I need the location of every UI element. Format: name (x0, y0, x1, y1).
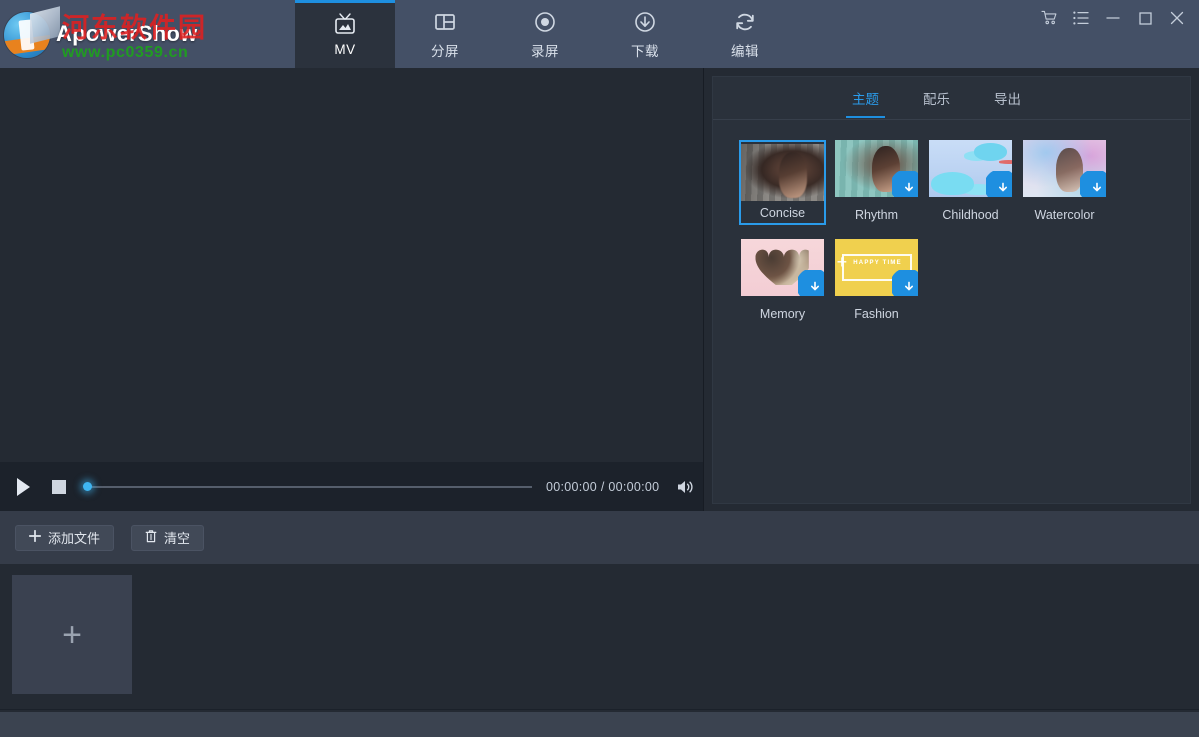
seek-track (84, 485, 532, 488)
theme-name-label: Childhood (942, 208, 999, 222)
timeline-bottom-divider (0, 709, 1199, 710)
menu-list-icon[interactable] (1065, 5, 1097, 31)
panel-tab-music[interactable]: 配乐 (923, 78, 950, 118)
panel-tab-export[interactable]: 导出 (994, 78, 1021, 118)
panel-divider (703, 68, 704, 511)
tab-split-screen[interactable]: 分屏 (395, 0, 495, 68)
add-media-plus-icon: + (62, 615, 82, 654)
split-screen-icon (433, 9, 457, 35)
tab-download-label: 下载 (631, 43, 659, 59)
watermark-chinese-label: 河东软件园 (62, 13, 207, 44)
download-badge-icon[interactable] (798, 270, 824, 296)
theme-name-label: Memory (759, 307, 806, 321)
theme-name-label: Watercolor (1034, 208, 1095, 222)
media-toolbar: 添加文件 清空 (0, 511, 1199, 564)
minimize-icon[interactable] (1097, 5, 1129, 31)
plus-icon (28, 529, 42, 545)
stop-button[interactable] (52, 479, 66, 494)
tab-record-label: 录屏 (531, 43, 559, 59)
theme-thumbnail (741, 239, 824, 296)
theme-thumb-frame (739, 239, 826, 300)
brand-logo-area: ApowerShow 河东软件园 www.pc0359.cn (0, 0, 295, 68)
theme-thumbnail: + HAPPY TIME (835, 239, 918, 296)
panel-tab-bar: 主题 配乐 导出 (713, 77, 1190, 120)
tab-edit[interactable]: 编辑 (695, 0, 795, 68)
maximize-icon[interactable] (1129, 5, 1161, 31)
panel-tab-theme[interactable]: 主题 (846, 78, 885, 118)
theme-item-childhood[interactable]: Childhood (927, 140, 1014, 225)
theme-item-concise[interactable]: Concise (739, 140, 826, 225)
time-display: 00:00:00 / 00:00:00 (546, 479, 660, 494)
trash-icon (145, 529, 157, 546)
title-bar: ApowerShow 河东软件园 www.pc0359.cn MV 分屏 录屏 … (0, 0, 1199, 68)
tab-split-screen-label: 分屏 (431, 43, 459, 59)
play-button[interactable] (12, 476, 34, 498)
volume-icon[interactable] (675, 477, 695, 497)
download-badge-icon[interactable] (892, 171, 918, 197)
application-window: ApowerShow 河东软件园 www.pc0359.cn MV 分屏 录屏 … (0, 0, 1199, 737)
theme-thumbnail (929, 140, 1012, 197)
theme-name-label: Fashion (854, 307, 899, 321)
theme-item-memory[interactable]: Memory (739, 239, 826, 321)
theme-thumbnail (741, 144, 824, 201)
main-tab-bar: MV 分屏 录屏 下载 编辑 (295, 0, 795, 68)
download-badge-icon[interactable] (986, 171, 1012, 197)
theme-thumb-frame (927, 140, 1014, 201)
download-badge-icon[interactable] (892, 270, 918, 296)
fashion-thumb-text: HAPPY TIME (853, 259, 902, 266)
download-badge-icon[interactable] (1080, 171, 1106, 197)
add-media-dropzone[interactable]: + (12, 575, 132, 694)
seek-bar[interactable] (83, 480, 532, 494)
video-preview-canvas[interactable] (0, 68, 703, 462)
close-icon[interactable] (1161, 5, 1193, 31)
theme-thumb-frame (833, 140, 920, 201)
theme-name-label: Rhythm (854, 208, 899, 222)
tab-edit-label: 编辑 (731, 43, 759, 59)
theme-grid: Concise Rhythm Childhood Watercolor Memo… (713, 120, 1199, 321)
cart-icon[interactable] (1033, 5, 1065, 31)
status-footer-bar (0, 712, 1199, 737)
theme-item-watercolor[interactable]: Watercolor (1021, 140, 1108, 225)
theme-thumbnail (1023, 140, 1106, 197)
add-file-button[interactable]: 添加文件 (15, 524, 115, 551)
window-controls (1033, 5, 1193, 31)
player-controls-bar: 00:00:00 / 00:00:00 (0, 462, 703, 511)
theme-item-rhythm[interactable]: Rhythm (833, 140, 920, 225)
fashion-plus-shape: + (836, 251, 848, 272)
right-side-panel: 主题 配乐 导出 Concise Rhythm Childhood Waterc… (712, 76, 1191, 504)
clear-label: 清空 (164, 531, 191, 546)
tab-record[interactable]: 录屏 (495, 0, 595, 68)
theme-artwork-concise (741, 144, 824, 201)
tv-icon (332, 11, 358, 37)
record-icon (533, 9, 557, 35)
add-file-label: 添加文件 (48, 531, 101, 546)
clear-button[interactable]: 清空 (131, 524, 205, 551)
edit-refresh-icon (733, 9, 757, 35)
tab-mv-label: MV (334, 42, 356, 57)
tab-mv[interactable]: MV (295, 0, 395, 68)
theme-thumb-frame: Concise (739, 140, 826, 225)
theme-thumb-frame (1021, 140, 1108, 201)
download-icon (633, 9, 657, 35)
theme-thumbnail (835, 140, 918, 197)
theme-name-label: Concise (759, 206, 806, 220)
tab-download[interactable]: 下载 (595, 0, 695, 68)
seek-handle[interactable] (83, 481, 92, 491)
theme-thumb-frame: + HAPPY TIME (833, 239, 920, 300)
theme-item-fashion[interactable]: + HAPPY TIME Fashion (833, 239, 920, 321)
timeline-track-area[interactable]: + (0, 564, 1199, 712)
watermark-url-label: www.pc0359.cn (62, 44, 189, 61)
